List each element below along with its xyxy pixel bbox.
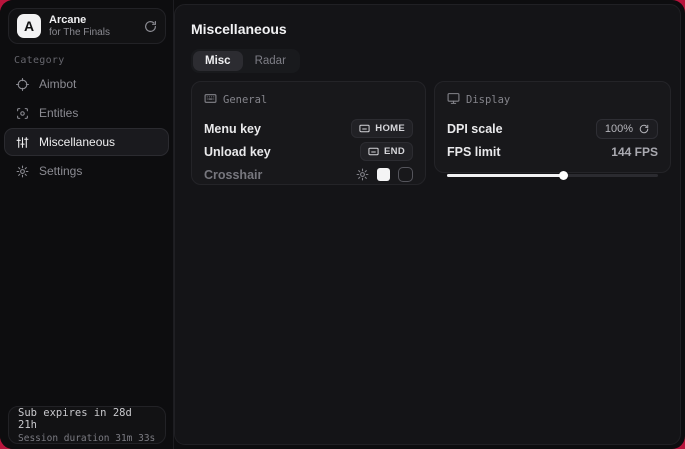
tab-radar[interactable]: Radar (243, 51, 298, 71)
sidebar-item-label: Miscellaneous (39, 135, 115, 149)
app-subtitle: for The Finals (49, 27, 144, 39)
unload-key-binding[interactable]: END (360, 142, 413, 161)
tab-misc[interactable]: Misc (193, 51, 243, 71)
dpi-scale-label: DPI scale (447, 122, 503, 136)
refresh-icon[interactable] (144, 20, 157, 33)
sidebar-item-settings[interactable]: Settings (4, 157, 169, 185)
page-title: Miscellaneous (191, 21, 287, 37)
crosshair-color-swatch[interactable] (377, 168, 390, 181)
keyboard-icon (204, 92, 217, 108)
display-card: Display DPI scale 100% FPS limit 144 FPS (434, 81, 671, 173)
unload-key-value: END (384, 146, 405, 157)
keyboard-icon (359, 123, 370, 134)
menu-key-label: Menu key (204, 122, 261, 136)
fps-limit-value: 144 FPS (611, 145, 658, 159)
crosshair-controls (356, 167, 413, 182)
unload-key-label: Unload key (204, 145, 271, 159)
crosshair-icon (15, 78, 30, 91)
display-card-title: Display (466, 94, 510, 106)
fps-limit-label: FPS limit (447, 145, 500, 159)
menu-key-value: HOME (375, 123, 405, 134)
dpi-scale-row: DPI scale 100% (447, 117, 658, 140)
keyboard-icon (368, 146, 379, 157)
sidebar-nav: Aimbot Entities Miscella (4, 70, 169, 186)
app-logo: A (17, 14, 41, 38)
slider-fill (447, 174, 563, 177)
dpi-scale-value: 100% (605, 123, 633, 135)
crosshair-settings-gear-icon[interactable] (356, 168, 369, 181)
tab-bar: Misc Radar (191, 49, 300, 73)
menu-key-row: Menu key HOME (204, 117, 413, 140)
category-label: Category (14, 55, 65, 66)
slider-thumb[interactable] (559, 171, 568, 180)
brand-text: Arcane for The Finals (49, 14, 144, 38)
general-card: General Menu key HOME Unload key END (191, 81, 426, 185)
app-window: A Arcane for The Finals Category Aimbot (0, 0, 685, 449)
general-card-title: General (223, 94, 267, 106)
display-card-header: Display (447, 92, 658, 108)
sidebar-item-aimbot[interactable]: Aimbot (4, 70, 169, 98)
unload-key-row: Unload key END (204, 140, 413, 163)
sidebar-item-label: Settings (39, 164, 82, 178)
sliders-icon (15, 136, 30, 149)
crosshair-label: Crosshair (204, 168, 262, 182)
monitor-icon (447, 92, 460, 108)
crosshair-checkbox[interactable] (398, 167, 413, 182)
fps-limit-slider[interactable] (447, 171, 658, 179)
menu-key-binding[interactable]: HOME (351, 119, 413, 138)
crosshair-row: Crosshair (204, 163, 413, 186)
gear-icon (15, 165, 30, 178)
main-panel: Miscellaneous Misc Radar General Menu ke… (174, 4, 681, 445)
brand-card: A Arcane for The Finals (8, 8, 166, 44)
sidebar-item-miscellaneous[interactable]: Miscellaneous (4, 128, 169, 156)
app-name: Arcane (49, 14, 144, 27)
sidebar: A Arcane for The Finals Category Aimbot (0, 0, 174, 449)
dpi-scale-select[interactable]: 100% (596, 119, 658, 139)
sub-expiry-text: Sub expires in 28d 21h (18, 407, 156, 431)
session-duration-text: Session duration 31m 33s (18, 433, 156, 444)
sidebar-item-entities[interactable]: Entities (4, 99, 169, 127)
fps-limit-row: FPS limit 144 FPS (447, 140, 658, 163)
cycle-icon (639, 124, 649, 134)
scan-icon (15, 107, 30, 120)
general-card-header: General (204, 92, 413, 108)
sidebar-item-label: Entities (39, 106, 78, 120)
subscription-info: Sub expires in 28d 21h Session duration … (8, 406, 166, 444)
sidebar-item-label: Aimbot (39, 77, 76, 91)
